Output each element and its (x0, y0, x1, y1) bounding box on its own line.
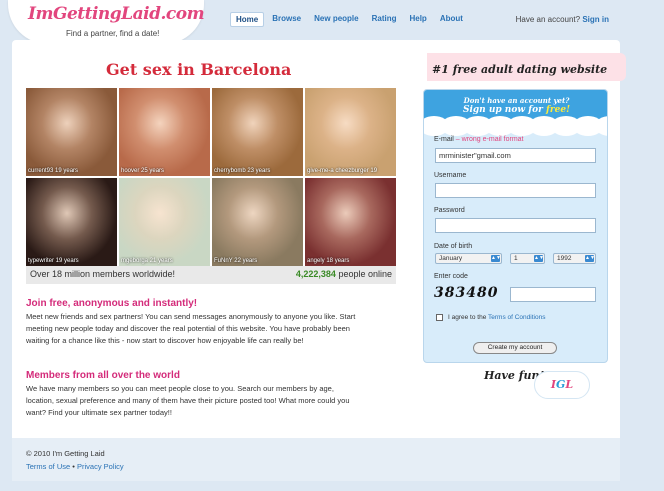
dob-label: Date of birth (434, 243, 473, 250)
captcha-image: 383480 (434, 285, 499, 301)
site-footer: © 2010 I'm Getting Laid Terms of Use • P… (12, 438, 620, 481)
member-photo[interactable]: current93 19 years (26, 88, 117, 176)
password-field[interactable] (435, 218, 596, 233)
signup-free: free! (546, 105, 571, 115)
password-label: Password (434, 207, 465, 214)
section-join-title: Join free, anonymous and instantly! (26, 298, 198, 309)
nav-browse[interactable]: Browse (267, 12, 306, 27)
email-label-text: E-mail (434, 136, 454, 143)
dob-month-value: January (439, 255, 463, 262)
footer-links: Terms of Use • Privacy Policy (26, 462, 124, 471)
online-label: people online (338, 269, 392, 279)
member-caption: mgeborga 21 years (121, 258, 173, 264)
dob-year-select[interactable]: 1992 ▲▼ (553, 253, 596, 264)
igl-logo: IGL (534, 371, 590, 399)
member-photo[interactable]: cherrybomb 23 years (212, 88, 303, 176)
member-stats-bar: Over 18 million members worldwide! 4,222… (26, 266, 396, 284)
member-photo-grid: current93 19 years hoover 25 years cherr… (26, 88, 396, 266)
nav-help[interactable]: Help (404, 12, 431, 27)
member-photo[interactable]: FuNnY 22 years (212, 178, 303, 266)
terms-of-use-link[interactable]: Terms of Use (26, 462, 70, 471)
main-nav: Home Browse New people Rating Help About (230, 12, 471, 27)
signup-tagline: #1 free adult dating website (432, 63, 608, 76)
nav-about[interactable]: About (435, 12, 468, 27)
captcha-input[interactable] (510, 287, 596, 302)
account-prompt: Have an account? Sign in (516, 15, 609, 24)
signup-subheadline-text: Sign up now for (462, 105, 543, 115)
cloud-decoration (424, 116, 607, 136)
dob-day-select[interactable]: 1 ▲▼ (510, 253, 545, 264)
site-logo[interactable]: ImGettingLaid.com (28, 4, 205, 24)
username-field[interactable] (435, 183, 596, 198)
page-title: Get sex in Barcelona (106, 60, 292, 79)
email-field[interactable]: mrminister"gmail.com (435, 148, 596, 163)
member-photo[interactable]: mgeborga 21 years (119, 178, 210, 266)
nav-rating[interactable]: Rating (367, 12, 402, 27)
member-caption: hoover 25 years (121, 168, 165, 174)
member-caption: FuNnY 22 years (214, 258, 258, 264)
member-photo[interactable]: give-me-a cheezburger 19 (305, 88, 396, 176)
email-error: – wrong e-mail format (455, 136, 524, 143)
signup-subheadline: Sign up now for free! (424, 105, 607, 115)
online-number: 4,222,384 (295, 269, 336, 279)
member-caption: cherrybomb 23 years (214, 168, 271, 174)
email-label: E-mail – wrong e-mail format (434, 136, 524, 143)
terms-checkbox[interactable] (436, 314, 443, 321)
dob-month-select[interactable]: January ▲▼ (435, 253, 502, 264)
tagline: Find a partner, find a date! (66, 29, 160, 38)
member-caption: typewriter 19 years (28, 258, 79, 264)
section-members-title: Members from all over the world (26, 370, 180, 381)
signup-form: Don't have an account yet? Sign up now f… (423, 89, 608, 363)
member-photo[interactable]: typewriter 19 years (26, 178, 117, 266)
member-caption: angely 18 years (307, 258, 350, 264)
chevron-down-icon: ▲▼ (585, 255, 595, 262)
footer-separator: • (70, 462, 77, 471)
member-photo[interactable]: angely 18 years (305, 178, 396, 266)
sign-in-link[interactable]: Sign in (582, 15, 609, 24)
chevron-down-icon: ▲▼ (491, 255, 501, 262)
terms-agree-text: I agree to the (448, 314, 487, 321)
copyright: © 2010 I'm Getting Laid (26, 449, 105, 458)
username-label: Username (434, 172, 467, 179)
dob-day-value: 1 (514, 255, 518, 262)
terms-agreement: I agree to the Terms of Conditions (448, 314, 545, 321)
create-account-button[interactable]: Create my account (473, 342, 557, 354)
members-worldwide: Over 18 million members worldwide! (30, 269, 176, 279)
site-header: ImGettingLaid.com Find a partner, find a… (0, 0, 664, 44)
chevron-down-icon: ▲▼ (534, 255, 544, 262)
code-label: Enter code (434, 273, 468, 280)
online-count: 4,222,384 people online (296, 269, 392, 279)
member-caption: give-me-a cheezburger 19 (307, 168, 378, 174)
account-text: Have an account? (515, 15, 581, 24)
section-join-body: Meet new friends and sex partners! You c… (26, 312, 356, 345)
section-members-body: We have many members so you can meet peo… (26, 384, 350, 417)
terms-link[interactable]: Terms of Conditions (488, 314, 545, 321)
member-photo[interactable]: hoover 25 years (119, 88, 210, 176)
signup-headline: Don't have an account yet? (463, 96, 570, 105)
nav-home[interactable]: Home (230, 12, 265, 27)
privacy-policy-link[interactable]: Privacy Policy (77, 462, 124, 471)
member-caption: current93 19 years (28, 168, 79, 174)
dob-year-value: 1992 (557, 255, 572, 262)
nav-new-people[interactable]: New people (309, 12, 363, 27)
